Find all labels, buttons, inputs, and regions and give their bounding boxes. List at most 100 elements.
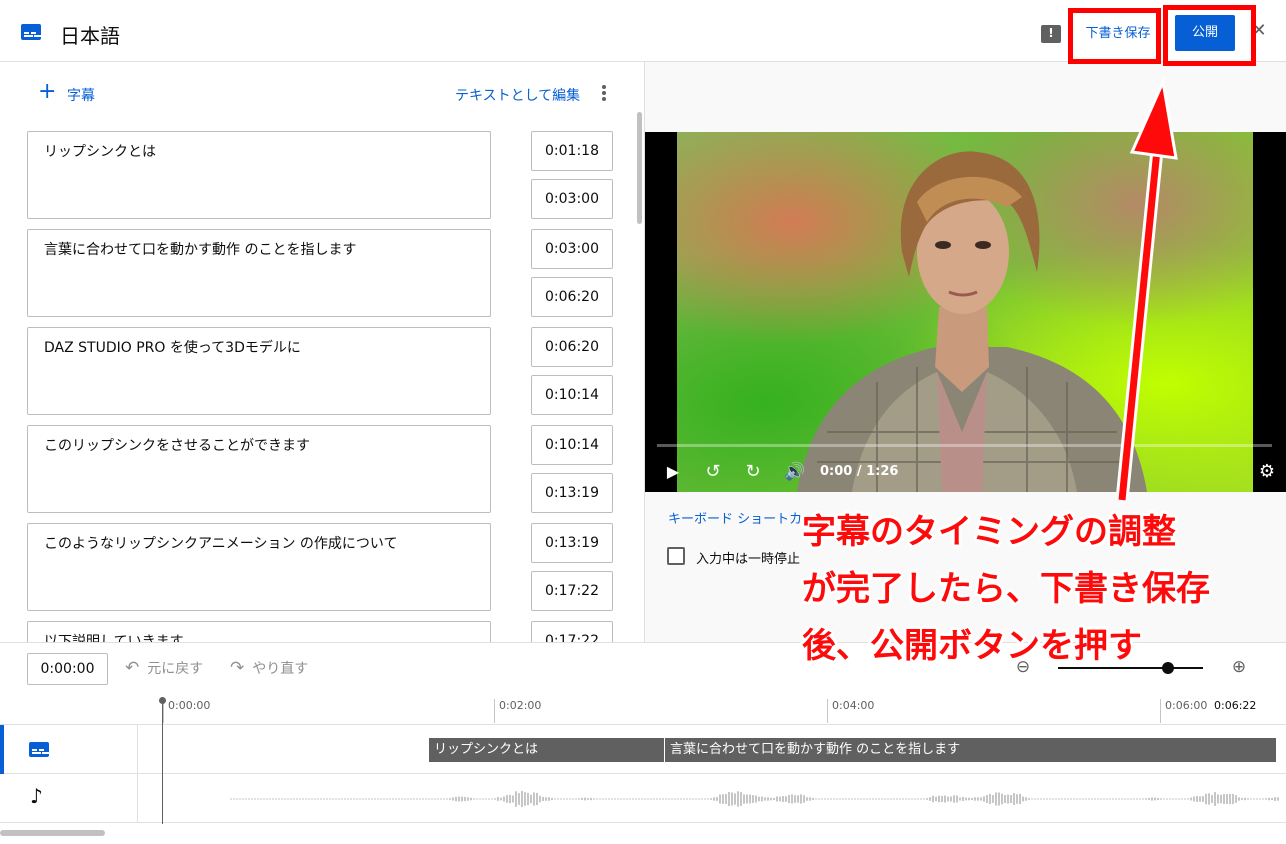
timeline-segment[interactable]: 言葉に合わせて口を動かす動作 のことを指します <box>665 738 1277 762</box>
cue-end-time[interactable]: 0:13:19 <box>531 473 613 513</box>
waveform-bar <box>635 798 637 800</box>
cue-text-field[interactable]: このようなリップシンクアニメーション の作成について <box>27 523 491 611</box>
cue-text-field[interactable]: 言葉に合わせて口を動かす動作 のことを指します <box>27 229 491 317</box>
waveform-bar <box>335 798 337 800</box>
current-time-field[interactable]: 0:00:00 <box>27 653 108 685</box>
waveform-bar <box>1112 798 1114 800</box>
waveform-bar <box>596 798 598 800</box>
cue-end-time[interactable]: 0:03:00 <box>531 179 613 219</box>
timeline-scrollbar[interactable] <box>0 830 105 836</box>
waveform-bar <box>938 795 940 803</box>
cue-text-field[interactable]: 以下説明していきます <box>27 621 491 642</box>
waveform-bar <box>1265 798 1267 800</box>
waveform-bar <box>803 795 805 803</box>
keyboard-shortcuts-link[interactable]: キーボード ショートカッ <box>668 508 815 527</box>
waveform-bar <box>851 798 853 800</box>
waveform-bar <box>296 798 298 800</box>
play-icon[interactable]: ▶ <box>663 460 683 484</box>
draft-highlight-box <box>1068 8 1161 64</box>
waveform-bar <box>1211 795 1213 803</box>
cue-start-time[interactable]: 0:06:20 <box>531 327 613 367</box>
waveform-bar <box>992 795 994 803</box>
ruler-tick: 0:00:00 <box>163 699 210 723</box>
waveform-bar <box>344 798 346 800</box>
waveform-bar <box>380 798 382 800</box>
waveform-bar <box>782 796 784 802</box>
waveform-bar <box>995 792 997 806</box>
cue-start-time[interactable]: 0:01:18 <box>531 131 613 171</box>
more-options-icon[interactable] <box>598 84 610 102</box>
waveform-bar <box>917 798 919 800</box>
waveform-bar <box>1016 794 1018 804</box>
cue-start-time[interactable]: 0:17:22 <box>531 621 613 642</box>
waveform-bar <box>1220 794 1222 804</box>
redo-button[interactable]: ↷ やり直す <box>230 658 308 678</box>
cue-start-time[interactable]: 0:03:00 <box>531 229 613 269</box>
video-progress-bar[interactable] <box>657 444 1272 447</box>
waveform-bar <box>749 794 751 804</box>
cue-end-time[interactable]: 0:06:20 <box>531 277 613 317</box>
waveform-bar <box>1271 798 1273 800</box>
cue-text-field[interactable]: このリップシンクをさせることができます <box>27 425 491 513</box>
waveform-bar <box>530 794 532 804</box>
waveform-bar <box>1061 798 1063 800</box>
cue-start-time[interactable]: 0:13:19 <box>531 523 613 563</box>
waveform-bar <box>755 795 757 803</box>
cue-end-time[interactable]: 0:17:22 <box>531 571 613 611</box>
waveform-bar <box>581 797 583 801</box>
playhead[interactable] <box>159 697 166 824</box>
subtitle-editor-dialog: 日本語 下書き保存 公開 ✕ + 字幕 テキストとして編集 リップシンクとは 0… <box>0 0 1286 844</box>
waveform-bar <box>539 795 541 803</box>
timeline-ruler: 0:00:00 0:02:00 0:04:00 0:06:00 0:06:22 <box>0 692 1286 725</box>
waveform-bar <box>806 797 808 801</box>
caption-list-scrollbar[interactable] <box>637 112 642 224</box>
waveform-bar <box>1097 798 1099 800</box>
waveform-bar <box>950 796 952 802</box>
edit-as-text-link[interactable]: テキストとして編集 <box>455 85 580 105</box>
waveform-bar <box>248 798 250 800</box>
waveform-bar <box>281 798 283 800</box>
waveform-bar <box>476 798 478 800</box>
cue-start-time[interactable]: 0:10:14 <box>531 425 613 465</box>
waveform-bar <box>1142 798 1144 800</box>
waveform-bar <box>1178 798 1180 800</box>
waveform-bar <box>422 798 424 800</box>
waveform-bar <box>1214 792 1216 806</box>
waveform-bar <box>233 798 235 800</box>
rewind-10-icon[interactable]: ↺ <box>701 460 725 484</box>
cue-end-time[interactable]: 0:10:14 <box>531 375 613 415</box>
waveform-bar <box>275 798 277 800</box>
waveform-bar <box>776 796 778 802</box>
volume-icon[interactable]: 🔊 <box>783 460 807 484</box>
waveform-bar <box>290 798 292 800</box>
waveform-bar <box>485 798 487 800</box>
settings-gear-icon[interactable]: ⚙ <box>1255 460 1279 484</box>
timeline-segment[interactable]: リップシンクとは <box>429 738 665 762</box>
waveform-bar <box>554 798 556 800</box>
video-player[interactable]: ▶ ↺ ↻ 🔊 0:00 / 1:26 ⚙ <box>645 132 1286 492</box>
pause-while-typing-checkbox[interactable] <box>667 547 685 565</box>
cue-text-field[interactable]: リップシンクとは <box>27 131 491 219</box>
waveform-bar <box>1154 797 1156 801</box>
waveform-bar <box>467 797 469 801</box>
caption-cue: このようなリップシンクアニメーション の作成について 0:13:19 0:17:… <box>27 523 613 611</box>
waveform-bar <box>632 798 634 800</box>
language-title: 日本語 <box>60 24 120 48</box>
waveform-bar <box>401 798 403 800</box>
waveform-bar <box>845 798 847 800</box>
waveform-bar <box>341 798 343 800</box>
forward-10-icon[interactable]: ↻ <box>741 460 765 484</box>
waveform-bar <box>560 798 562 800</box>
waveform-bar <box>893 798 895 800</box>
waveform-bar <box>473 798 475 800</box>
waveform-bar <box>488 798 490 800</box>
waveform-bar <box>998 792 1000 806</box>
waveform-bar <box>899 798 901 800</box>
waveform-bar <box>779 796 781 802</box>
undo-button[interactable]: ↶ 元に戻す <box>125 658 203 678</box>
cue-text-field[interactable]: DAZ STUDIO PRO を使って3Dモデルに <box>27 327 491 415</box>
waveform-bar <box>1031 798 1033 800</box>
feedback-icon[interactable] <box>1041 25 1061 43</box>
waveform-bar <box>704 798 706 800</box>
waveform-bar <box>416 798 418 800</box>
